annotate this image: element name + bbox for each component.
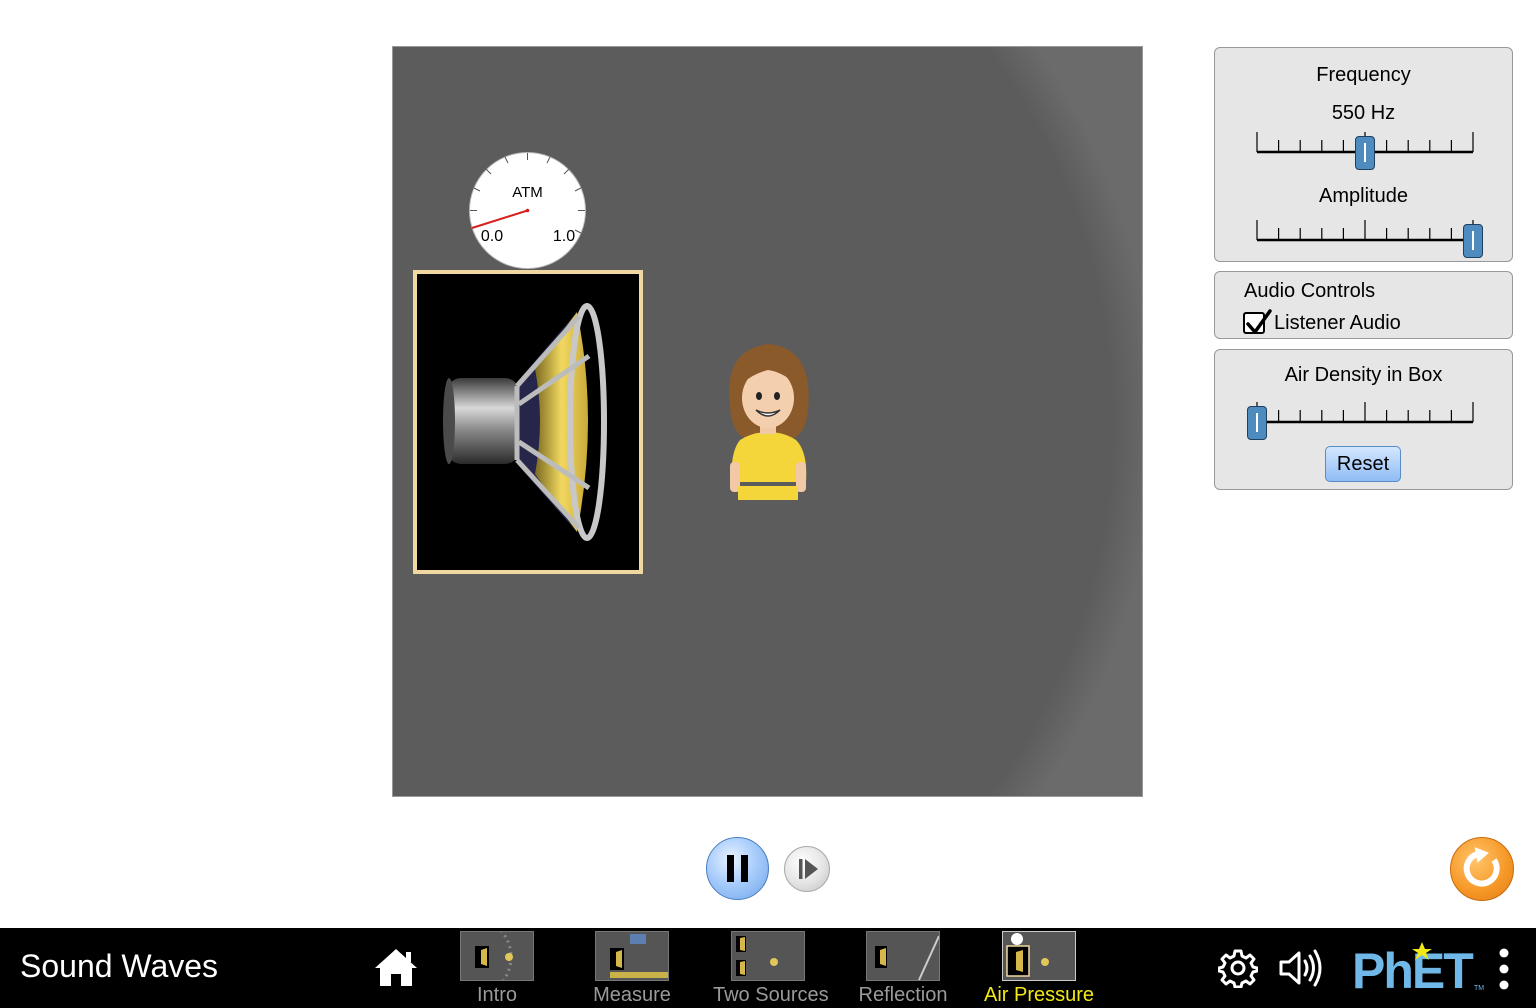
air-pressure-screen-label: Air Pressure [984,984,1095,1006]
amplitude-title: Amplitude [1319,185,1408,207]
gauge-min-label: 0.0 [481,228,503,245]
reflection-screen-thumbnail [866,931,940,981]
frequency-value: 550 Hz [1331,102,1396,124]
speaker-in-box [413,270,643,574]
sound-toggle-button[interactable] [1278,948,1326,988]
more-options-button[interactable] [1494,946,1514,992]
app-title: Sound Waves [20,948,219,984]
screen-tab-reflection[interactable]: Reflection [848,931,958,1008]
slider-thumb-grip [1472,231,1474,250]
svg-text:PhET: PhET [1352,943,1473,998]
two-sources-screen-thumbnail [731,931,805,981]
air-pressure-screen-thumbnail [1002,931,1076,981]
settings-button[interactable] [1217,948,1259,989]
pause-button[interactable] [706,837,769,900]
intro-screen-thumbnail [460,931,534,981]
home-button[interactable] [373,947,419,989]
gear-icon [1217,949,1259,989]
screen-tab-intro[interactable]: Intro [442,931,552,1008]
reflection-screen-label: Reflection [858,984,948,1006]
pressure-gauge[interactable]: ATM 0.0 1.0 [468,151,587,270]
reset-all-button[interactable] [1450,837,1514,901]
frequency-title: Frequency [1316,64,1411,86]
amplitude-slider[interactable] [1253,216,1483,258]
navigation-bar: Sound Waves Intro Measure Two Sources Re… [0,928,1536,1008]
air-density-slider-thumb[interactable] [1247,406,1267,440]
two-sources-screen-label: Two Sources [713,984,829,1006]
audio-controls-title: Audio Controls [1244,280,1376,302]
air-density-slider[interactable] [1247,398,1477,440]
step-forward-button[interactable] [784,846,830,892]
air-density-title: Air Density in Box [1284,364,1443,386]
audio-controls-panel: Audio Controls Listener Audio [1214,271,1513,339]
listener-audio-checkbox[interactable] [1243,309,1272,334]
phet-logo[interactable]: PhET TM [1352,936,1486,999]
listener-audio-checkbox-row[interactable]: Listener Audio [1243,309,1401,336]
svg-text:TM: TM [1474,985,1484,992]
gauge-max-label: 1.0 [553,228,575,245]
gauge-unit-label: ATM [512,184,543,201]
slider-thumb-grip [1364,143,1366,162]
measure-screen-label: Measure [593,984,671,1006]
phet-logo-icon: PhET TM [1352,942,1484,999]
amplitude-slider-thumb[interactable] [1463,224,1483,258]
reset-all-icon [1463,847,1500,887]
step-forward-icon [799,859,818,879]
screen-tab-two-sources[interactable]: Two Sources [713,931,829,1008]
speaker-volume-icon [1279,949,1322,987]
screen-tab-air-pressure[interactable]: Air Pressure [984,931,1094,1008]
slider-thumb-grip [1256,413,1258,432]
wave-controls-panel: Frequency 550 Hz Amplitude [1214,47,1513,262]
screen-tab-measure[interactable]: Measure [577,931,687,1008]
listener-audio-label: Listener Audio [1274,311,1401,334]
pause-icon [727,855,748,882]
measure-screen-thumbnail [595,931,669,981]
kebab-menu-icon [1499,948,1509,990]
home-icon [375,949,417,986]
checkmark-icon [1246,309,1272,334]
listener-girl[interactable] [722,340,814,502]
reset-air-density-button[interactable]: Reset [1325,446,1401,482]
intro-screen-label: Intro [476,984,518,1006]
speaker-icon [443,303,607,541]
frequency-slider[interactable] [1253,128,1477,170]
frequency-slider-thumb[interactable] [1355,136,1375,170]
air-density-panel: Air Density in Box Reset [1214,349,1513,490]
